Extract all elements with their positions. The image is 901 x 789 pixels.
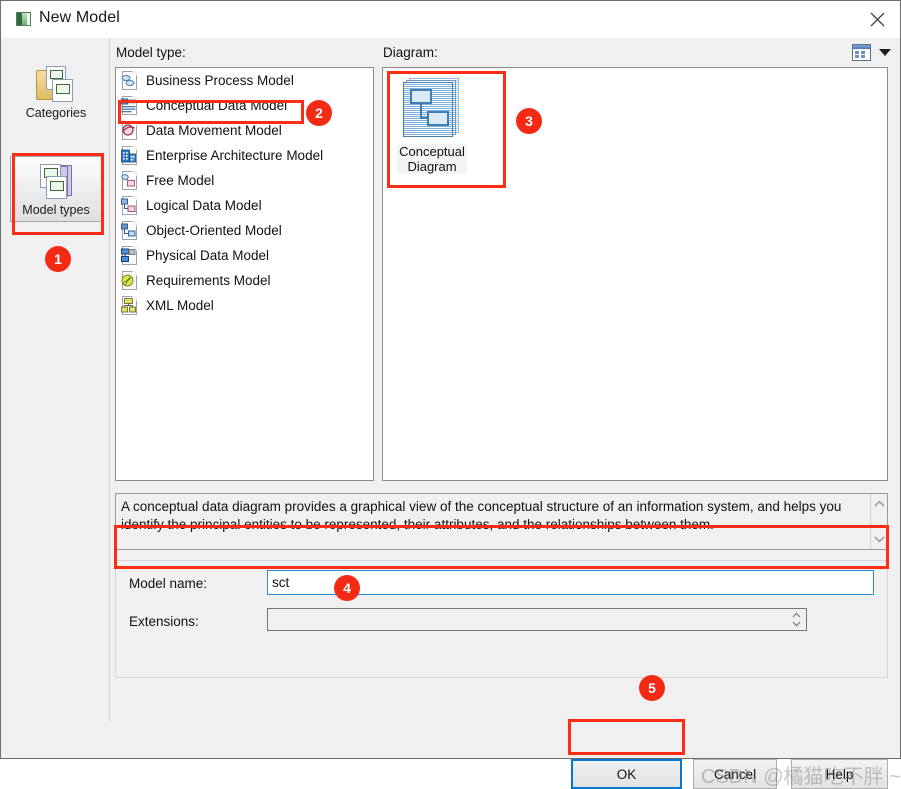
diagram-item-label-line2: Diagram — [407, 159, 456, 174]
model-type-item-label: Free Model — [146, 173, 214, 188]
model-type-item-label: Logical Data Model — [146, 198, 262, 213]
model-type-item-xml-model[interactable]: XML Model — [116, 293, 373, 318]
physical-data-model-icon — [121, 246, 139, 265]
model-type-item-label: Conceptual Data Model — [146, 98, 287, 113]
window-title: New Model — [39, 9, 120, 27]
model-type-item-physical-data-model[interactable]: Physical Data Model — [116, 243, 373, 268]
model-type-list[interactable]: Business Process Model Conceptual Data M… — [115, 67, 374, 481]
conceptual-data-model-icon — [121, 96, 139, 115]
business-process-model-icon — [121, 71, 139, 90]
model-type-label: Model type: — [116, 45, 186, 60]
diagram-item-label-line1: Conceptual — [399, 144, 465, 159]
help-button[interactable]: Help — [791, 759, 888, 789]
nav-item-categories-label: Categories — [10, 106, 102, 120]
diagram-item-label: Conceptual Diagram — [397, 144, 467, 174]
description-text: A conceptual data diagram provides a gra… — [121, 498, 856, 534]
chevron-up-icon[interactable] — [871, 496, 887, 512]
folder-documents-icon — [34, 64, 78, 104]
model-type-item-object-oriented-model[interactable]: Object-Oriented Model — [116, 218, 373, 243]
model-type-item-label: Business Process Model — [146, 73, 294, 88]
model-type-item-label: Object-Oriented Model — [146, 223, 282, 238]
model-type-item-business-process-model[interactable]: Business Process Model — [116, 68, 373, 93]
new-model-icon — [16, 12, 31, 26]
model-name-label: Model name: — [129, 576, 207, 591]
chevron-down-icon — [879, 49, 891, 56]
extensions-field[interactable] — [267, 608, 807, 631]
logical-data-model-icon — [121, 196, 139, 215]
stacked-documents-icon — [34, 161, 78, 201]
object-oriented-model-icon — [121, 221, 139, 240]
data-movement-model-icon — [121, 121, 139, 140]
model-type-item-logical-data-model[interactable]: Logical Data Model — [116, 193, 373, 218]
list-view-icon[interactable] — [852, 42, 894, 62]
model-type-item-conceptual-data-model[interactable]: Conceptual Data Model — [116, 93, 373, 118]
model-type-item-enterprise-architecture-model[interactable]: Enterprise Architecture Model — [116, 143, 373, 168]
ok-button[interactable]: OK — [571, 759, 682, 789]
requirements-model-icon — [121, 271, 139, 290]
chevron-down-icon[interactable] — [871, 531, 887, 547]
xml-model-icon — [121, 296, 139, 315]
model-type-item-data-movement-model[interactable]: Data Movement Model — [116, 118, 373, 143]
extensions-spinner[interactable] — [788, 610, 805, 629]
model-type-item-label: Data Movement Model — [146, 123, 282, 138]
nav-item-categories[interactable]: Categories — [10, 60, 102, 126]
conceptual-diagram-icon — [403, 78, 461, 141]
model-name-input[interactable] — [267, 570, 874, 595]
model-settings-group: Model name: Extensions: — [115, 560, 888, 678]
title-bar: New Model — [1, 1, 900, 38]
model-type-item-free-model[interactable]: Free Model — [116, 168, 373, 193]
model-type-item-label: Enterprise Architecture Model — [146, 148, 323, 163]
model-type-item-label: XML Model — [146, 298, 214, 313]
diagram-label: Diagram: — [383, 45, 438, 60]
dialog-body: Categories Model types — [1, 38, 900, 758]
model-type-item-label: Requirements Model — [146, 273, 271, 288]
model-type-item-label: Physical Data Model — [146, 248, 269, 263]
close-icon[interactable] — [854, 1, 900, 37]
enterprise-architecture-model-icon — [121, 146, 139, 165]
category-nav-strip: Categories Model types — [2, 38, 110, 721]
nav-item-model-types-label: Model types — [11, 203, 101, 217]
cancel-button[interactable]: Cancel — [693, 759, 777, 789]
extensions-label: Extensions: — [129, 614, 199, 629]
diagram-panel[interactable]: Conceptual Diagram — [382, 67, 888, 481]
model-type-item-requirements-model[interactable]: Requirements Model — [116, 268, 373, 293]
diagram-item-conceptual-diagram[interactable]: Conceptual Diagram — [395, 78, 469, 174]
nav-item-model-types[interactable]: Model types — [10, 156, 102, 222]
description-box: A conceptual data diagram provides a gra… — [115, 493, 888, 550]
description-scrollbar[interactable] — [870, 494, 887, 549]
free-model-icon — [121, 171, 139, 190]
new-model-dialog: New Model — [0, 0, 901, 759]
